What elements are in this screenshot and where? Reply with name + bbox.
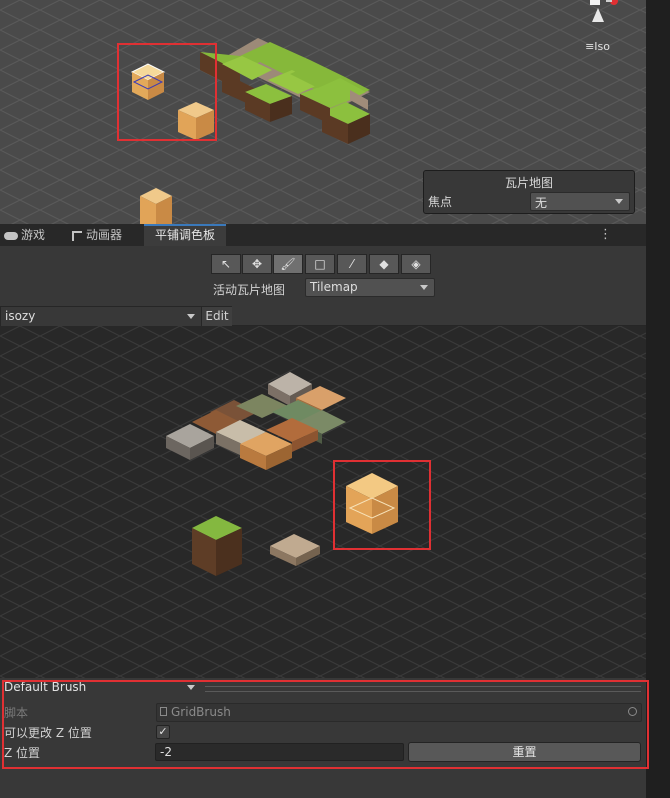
brush-dropdown[interactable]: Default Brush [2, 679, 200, 697]
select-tool-icon[interactable]: ↖ [211, 254, 241, 274]
script-label: 脚本 [4, 706, 29, 720]
move-tool-icon[interactable]: ✥ [242, 254, 272, 274]
projection-label[interactable]: ≡Iso [585, 40, 610, 53]
tilemap-focus-overlay: 瓦片地图 焦点 无 [423, 170, 635, 214]
palette-dropdown[interactable]: isozy [0, 306, 202, 327]
focus-label: 焦点 [428, 195, 453, 209]
gamepad-icon [4, 231, 18, 240]
chevron-down-icon [187, 685, 195, 690]
panel-tab-bar: 游戏 动画器 平铺调色板 ⋮ [0, 224, 646, 247]
tab-game[interactable]: 游戏 [4, 224, 68, 246]
z-position-value: -2 [160, 745, 172, 759]
palette-toolbar: ↖ ✥ 🖌 □ ⁄ ◆ ◈ [211, 254, 433, 276]
palette-toolbar-spacer [232, 306, 646, 326]
paint-brush-icon[interactable]: 🖌 [273, 254, 303, 274]
script-file-icon [160, 707, 167, 716]
scene-view[interactable]: ≡Iso 瓦片地图 焦点 无 [0, 0, 646, 224]
tab-animator[interactable]: 动画器 [72, 224, 142, 246]
picker-icon[interactable]: ⁄ [337, 254, 367, 274]
object-picker-icon[interactable] [628, 707, 637, 716]
palette-grid-view[interactable] [0, 326, 646, 678]
tab-animator-label: 动画器 [86, 228, 123, 242]
tab-tile-palette-label: 平铺调色板 [154, 228, 215, 242]
projection-text: Iso [594, 40, 610, 53]
box-fill-icon[interactable]: □ [305, 254, 335, 274]
can-change-z-label: 可以更改 Z 位置 [4, 726, 92, 740]
chevron-down-icon [187, 314, 195, 319]
edit-palette-button[interactable]: Edit [201, 306, 233, 327]
more-vertical-icon[interactable]: ⋮ [599, 227, 612, 242]
brush-splitter[interactable] [205, 686, 641, 692]
focus-value: 无 [535, 196, 548, 210]
script-value: GridBrush [171, 705, 231, 719]
script-field[interactable]: GridBrush [156, 703, 642, 722]
z-position-input[interactable]: -2 [155, 743, 404, 761]
tab-game-label: 游戏 [21, 228, 46, 242]
palette-name: isozy [5, 309, 36, 323]
active-tilemap-value: Tilemap [310, 280, 358, 294]
window-edge [646, 0, 670, 798]
reset-button[interactable]: 重置 [408, 742, 641, 762]
brush-inspector [0, 680, 646, 798]
brush-name: Default Brush [4, 680, 87, 694]
active-tilemap-dropdown[interactable]: Tilemap [305, 278, 435, 297]
chevron-down-icon [615, 199, 623, 204]
flood-fill-icon[interactable]: ◈ [401, 254, 431, 274]
can-change-z-checkbox[interactable]: ✓ [156, 725, 170, 739]
palette-grid [0, 326, 646, 678]
z-position-label: Z 位置 [4, 746, 41, 760]
chevron-down-icon [420, 285, 428, 290]
tab-tile-palette[interactable]: 平铺调色板 [144, 224, 226, 246]
focus-dropdown[interactable]: 无 [530, 192, 630, 211]
overlay-title: 瓦片地图 [504, 176, 553, 190]
active-tilemap-label: 活动瓦片地图 [213, 283, 286, 297]
menu-lines-icon: ≡ [585, 40, 595, 53]
animator-icon [72, 230, 82, 241]
eraser-icon[interactable]: ◆ [369, 254, 399, 274]
